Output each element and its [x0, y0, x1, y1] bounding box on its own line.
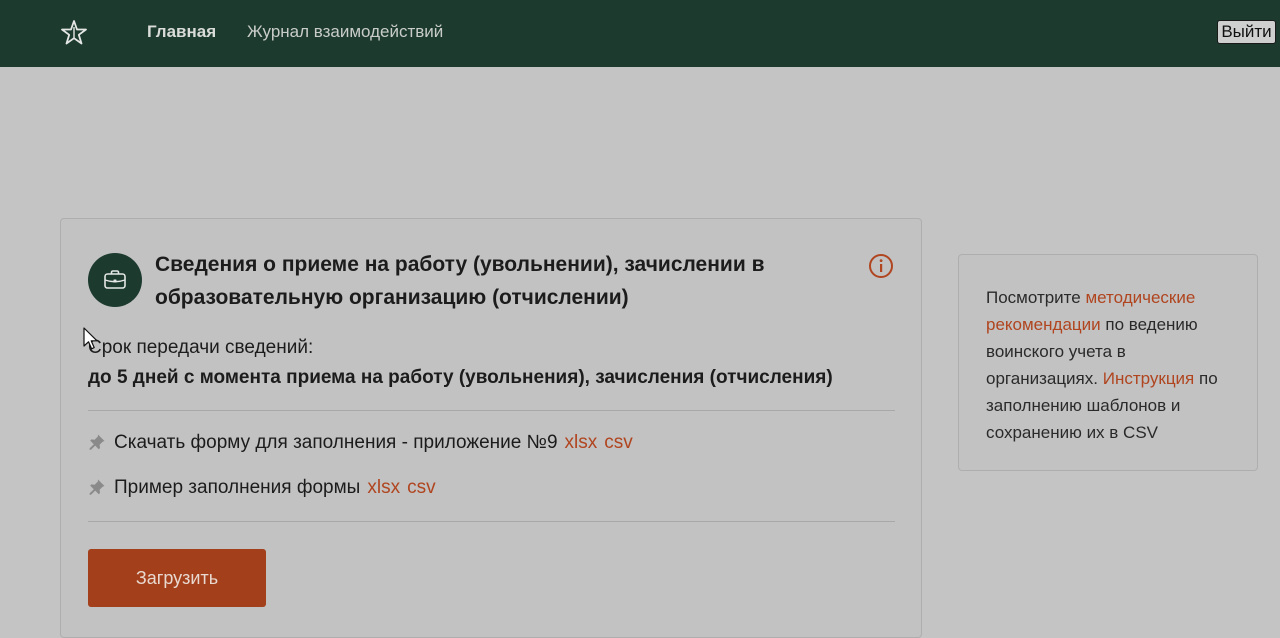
logout-button[interactable]: Выйти: [1217, 20, 1276, 44]
info-icon[interactable]: [868, 253, 894, 279]
help-text-part: Посмотрите: [986, 288, 1086, 307]
example-form-row: Пример заполнения формы xlsx csv: [88, 476, 436, 500]
pin-icon: [89, 434, 105, 450]
pin-icon: [89, 479, 105, 495]
instruction-link[interactable]: Инструкция: [1103, 369, 1195, 388]
card-icon-badge: [88, 253, 142, 307]
briefcase-icon: [104, 270, 126, 289]
deadline-value: до 5 дней с момента приема на работу (ув…: [88, 367, 833, 388]
help-panel: Посмотрите методические рекомендации по …: [958, 254, 1258, 471]
upload-button[interactable]: Загрузить: [88, 549, 266, 607]
help-text: Посмотрите методические рекомендации по …: [986, 284, 1242, 446]
card-title: Сведения о приеме на работу (увольнении)…: [155, 253, 765, 309]
download-form-csv-link[interactable]: csv: [604, 432, 633, 453]
deadline-label: Срок передачи сведений:: [88, 337, 314, 358]
download-form-row: Скачать форму для заполнения - приложени…: [88, 431, 633, 455]
mouse-pointer-icon: [83, 327, 98, 350]
submission-card: Сведения о приеме на работу (увольнении)…: [60, 218, 922, 638]
star-emblem-icon[interactable]: [60, 19, 88, 47]
example-form-text: Пример заполнения формы: [114, 477, 361, 498]
divider: [88, 521, 895, 522]
download-form-xlsx-link[interactable]: xlsx: [565, 432, 598, 453]
example-form-csv-link[interactable]: csv: [407, 477, 436, 498]
top-navigation-bar: Главная Журнал взаимодействий Выйти: [0, 0, 1280, 67]
nav-journal-link[interactable]: Журнал взаимодействий: [247, 22, 443, 42]
example-form-xlsx-link[interactable]: xlsx: [367, 477, 400, 498]
download-form-text: Скачать форму для заполнения - приложени…: [114, 432, 558, 453]
divider: [88, 410, 895, 411]
nav-home-link[interactable]: Главная: [147, 22, 216, 42]
